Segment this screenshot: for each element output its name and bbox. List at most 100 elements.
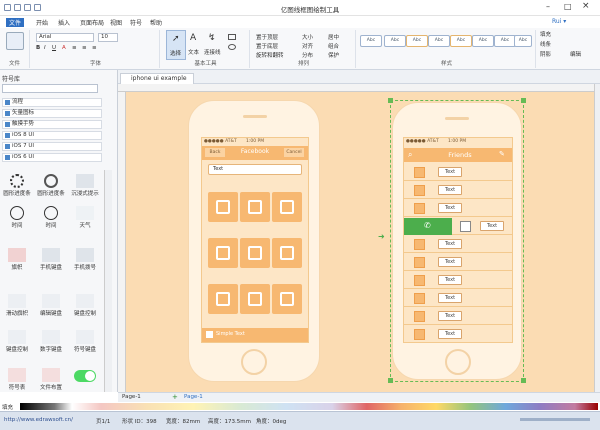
ellipse-icon[interactable] (228, 44, 236, 50)
minimize-icon[interactable]: – (546, 2, 550, 11)
menu-home[interactable]: 开始 (36, 18, 48, 27)
search-field[interactable]: Text (208, 164, 302, 175)
shape-progress-ring[interactable]: 圆形进度条 (2, 174, 32, 197)
list-item-text[interactable]: Text (480, 221, 504, 231)
menu-help[interactable]: 帮助 (150, 18, 162, 27)
user-label[interactable]: Rui ▾ (552, 18, 566, 25)
list-item[interactable]: Text (404, 326, 512, 343)
library-category-ios7[interactable]: iOS 7 UI (2, 142, 102, 151)
align-right-icon[interactable]: ≡ (92, 45, 97, 51)
style-swatch-1[interactable]: Abc (360, 35, 382, 47)
style-swatch-3[interactable]: Abc (406, 35, 428, 47)
rectangle-icon[interactable] (228, 34, 236, 40)
style-swatch-6[interactable]: Abc (472, 35, 494, 47)
undo-icon[interactable] (24, 4, 31, 11)
list-item[interactable]: Text (404, 164, 512, 181)
selection-handle[interactable] (388, 98, 393, 103)
tile-chat-icon[interactable] (208, 284, 238, 314)
menu-symbols[interactable]: 符号 (130, 18, 142, 27)
shape-notice[interactable]: 沉浸式提示 (70, 174, 100, 197)
tile-users-icon[interactable] (240, 192, 270, 222)
menu-view[interactable]: 视图 (110, 18, 122, 27)
align-left-icon[interactable]: ≡ (72, 45, 77, 51)
shape-time[interactable]: 时间 (36, 206, 66, 229)
library-category-flow[interactable]: 流程 (2, 98, 102, 107)
tile-photo-icon[interactable] (272, 284, 302, 314)
shape-number-keyboard[interactable]: 数字键盘 (36, 330, 66, 353)
font-name-select[interactable]: Arial (36, 33, 94, 42)
list-item[interactable]: Text (404, 200, 512, 217)
group-button[interactable]: 组合 (328, 42, 339, 50)
style-swatch-7[interactable]: Abc (494, 35, 516, 47)
line-button[interactable]: 线条 (540, 40, 551, 48)
distribute-button[interactable]: 分布 (302, 51, 313, 59)
tile-edit-icon[interactable] (240, 238, 270, 268)
align-center-icon[interactable]: ≡ (82, 45, 87, 51)
send-to-back-button[interactable]: 置于底层 (256, 42, 278, 50)
cancel-button[interactable]: Cancel (284, 148, 304, 157)
document-tab[interactable]: iphone ui example (120, 73, 194, 84)
shape-keyboard-control[interactable]: 键盘控制 (70, 294, 100, 317)
save-icon[interactable] (14, 4, 21, 11)
zoom-slider[interactable] (520, 418, 590, 421)
style-swatch-8[interactable]: Abc (514, 35, 532, 47)
shadow-button[interactable]: 阴影 (540, 50, 551, 58)
redo-icon[interactable] (34, 4, 41, 11)
color-palette-bar[interactable]: 填充 (0, 402, 600, 411)
list-item-text[interactable]: Text (438, 275, 462, 285)
connector-tool-icon[interactable]: ↯ (208, 33, 216, 43)
list-item-text[interactable]: Text (438, 293, 462, 303)
library-category-ios8[interactable]: iOS 8 UI (2, 131, 102, 140)
selection-handle[interactable] (388, 378, 393, 383)
close-icon[interactable]: × (582, 1, 590, 11)
underline-button[interactable]: U (52, 45, 56, 51)
list-item-text[interactable]: Text (438, 311, 462, 321)
add-page-icon[interactable]: + (172, 393, 178, 401)
shape-progress-circle[interactable]: 圆形进度条 (36, 174, 66, 197)
search-icon[interactable]: ⌕ (408, 150, 412, 160)
tile-user-icon[interactable] (272, 192, 302, 222)
library-category-touch-gestures[interactable]: 触摸手势 (2, 120, 102, 129)
center-button[interactable]: 居中 (328, 33, 339, 41)
list-item-swiped[interactable]: ✆ Text (404, 218, 512, 235)
tile-image-icon[interactable] (208, 192, 238, 222)
list-item[interactable]: Text (404, 182, 512, 199)
row-checkbox[interactable] (460, 221, 471, 232)
bold-button[interactable]: B (36, 45, 40, 51)
vertical-scrollbar[interactable] (594, 84, 600, 392)
list-item[interactable]: Text (404, 272, 512, 289)
list-item-text[interactable]: Text (438, 167, 462, 177)
home-button[interactable] (445, 349, 471, 375)
style-swatch-2[interactable]: Abc (384, 35, 406, 47)
menu-file[interactable]: 文件 (6, 18, 25, 27)
list-item-text[interactable]: Text (438, 185, 462, 195)
edit-icon[interactable]: ✎ (499, 150, 505, 158)
page-selector[interactable]: Page-1 (122, 394, 141, 400)
library-scrollbar[interactable] (104, 170, 112, 392)
font-color-button[interactable]: A (62, 45, 66, 51)
website-link[interactable]: http://www.edrawsoft.cn/ (4, 417, 73, 423)
size-button[interactable]: 大小 (302, 33, 313, 41)
list-item-text[interactable]: Text (438, 203, 462, 213)
footer-checkbox[interactable] (206, 331, 213, 338)
list-item[interactable]: Text (404, 308, 512, 325)
list-item-text[interactable]: Text (438, 239, 462, 249)
color-swatches[interactable] (20, 403, 598, 410)
shape-sliding-flag[interactable]: 滑动旗帜 (2, 294, 32, 317)
shape-phone-dialpad[interactable]: 手机拨号 (70, 248, 100, 271)
align-button[interactable]: 对齐 (302, 42, 313, 50)
home-button[interactable] (241, 349, 267, 375)
text-tool-icon[interactable]: A (190, 33, 196, 43)
list-item-text[interactable]: Text (438, 257, 462, 267)
style-swatch-5[interactable]: Abc (450, 35, 472, 47)
maximize-icon[interactable]: □ (564, 2, 572, 11)
iphone-mockup-2[interactable]: ●●●●● AT&T 1:00 PM ⌕ Friends ✎ Text Text… (392, 102, 522, 380)
fill-button[interactable]: 填充 (540, 30, 551, 38)
list-item[interactable]: Text (404, 236, 512, 253)
edit-button[interactable]: 编辑 (570, 50, 581, 58)
select-tool[interactable]: ➚ 选择 (166, 30, 186, 60)
library-category-vector-icons[interactable]: 矢量图标 (2, 109, 102, 118)
style-swatch-4[interactable]: Abc (428, 35, 450, 47)
paste-icon[interactable] (6, 32, 24, 50)
shape-symbol-table[interactable]: 符号表 (2, 368, 32, 391)
